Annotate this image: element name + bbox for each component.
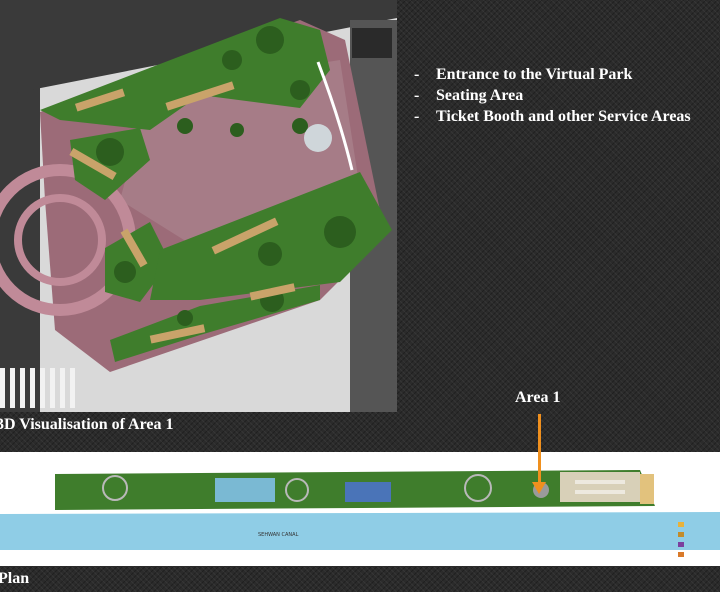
feature-list: - Entrance to the Virtual Park - Seating A…	[414, 64, 691, 127]
arrow-head-icon	[532, 482, 546, 494]
feature-item: - Entrance to the Virtual Park	[414, 66, 633, 83]
canal-label: SEHWAN CANAL	[258, 532, 299, 538]
area-1-label: Area 1	[515, 389, 561, 406]
feature-item: - Seating Area	[414, 87, 524, 104]
visualisation-caption: 3D Visualisation of Area 1	[0, 416, 174, 433]
feature-item: - Ticket Booth and other Service Areas	[414, 108, 691, 125]
area-1-3d-render	[0, 0, 397, 412]
site-plan: SEHWAN CANAL	[0, 452, 720, 566]
area-1-arrow-icon	[538, 414, 541, 484]
plan-caption: Plan	[0, 570, 30, 587]
